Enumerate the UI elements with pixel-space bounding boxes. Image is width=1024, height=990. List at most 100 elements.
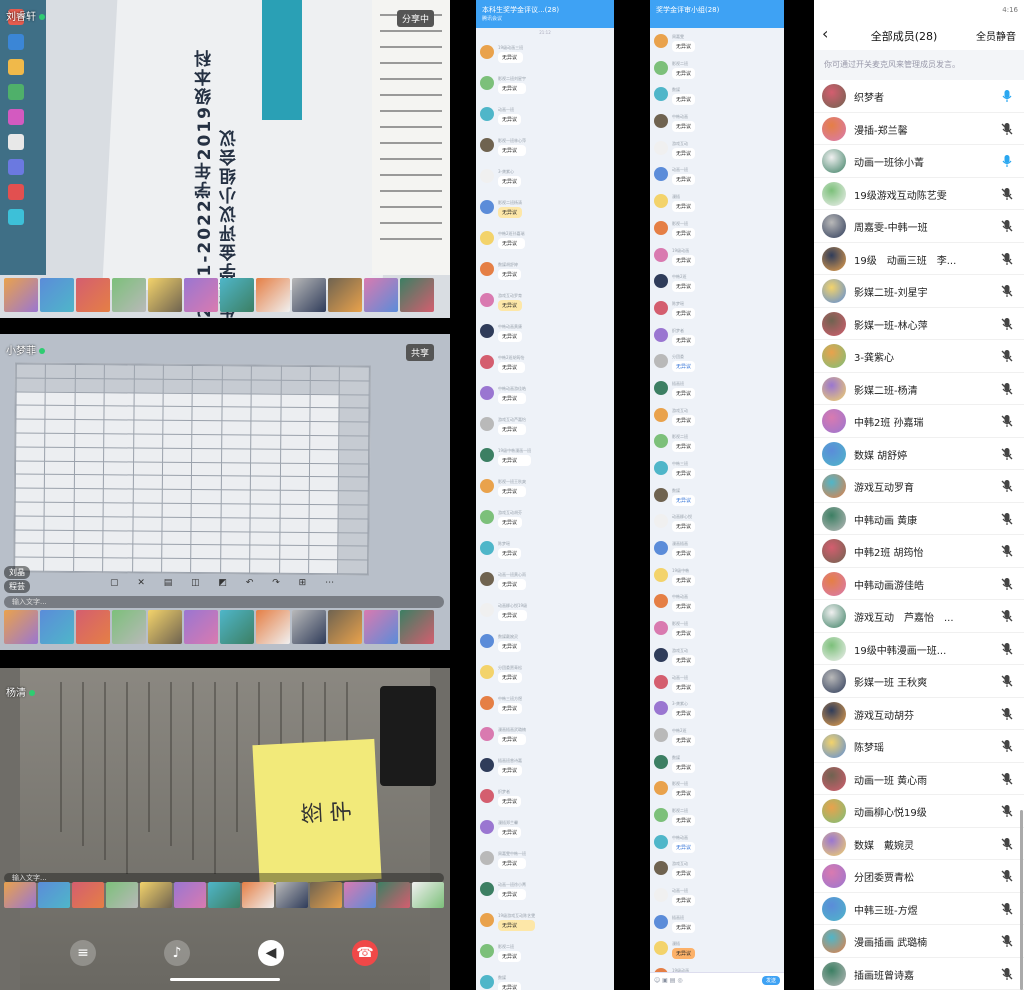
avatar[interactable] [654,861,668,876]
microphone-muted-icon[interactable] [1000,739,1014,753]
emoji-icon[interactable]: ☺ ▣ ▤ ◎ [654,977,683,984]
avatar[interactable] [654,754,668,769]
participant-thumbnail[interactable] [72,882,104,908]
message-bubble[interactable]: 无异议 [672,414,696,426]
microphone-muted-icon[interactable] [1000,674,1014,688]
member-row[interactable]: 漫插-郑兰馨 [814,113,1024,145]
message-bubble[interactable]: 无异议 [498,951,522,962]
avatar[interactable] [654,914,668,929]
avatar[interactable] [654,220,668,235]
member-row[interactable]: 影媒一班 王秋爽 [814,665,1024,698]
microphone-muted-icon[interactable] [1000,317,1014,331]
message-bubble[interactable]: 无异议 [672,494,696,506]
message-bubble[interactable]: 无异议 [672,761,696,773]
message-bubble[interactable]: 无异议 [498,269,522,280]
message-bubble[interactable]: 无异议 [672,227,696,239]
avatar[interactable] [654,514,668,529]
message-bubble[interactable]: 无异议 [672,948,696,960]
microphone-muted-icon[interactable] [1000,382,1014,396]
message-bubble[interactable]: 无异议 [498,114,522,125]
member-row[interactable]: 动画柳心悦19级 [814,795,1024,828]
message-bubble[interactable]: 无异议 [672,41,696,52]
member-row[interactable]: 影媒二班-刘星宇 [814,275,1024,308]
participant-thumbnail[interactable] [220,278,254,312]
avatar[interactable] [480,355,494,369]
member-row[interactable]: 中韩2班 孙嘉瑞 [814,405,1024,438]
avatar[interactable] [480,820,494,834]
avatar[interactable] [654,807,668,822]
avatar[interactable] [480,448,494,462]
avatar[interactable] [480,200,494,214]
participant-thumbnail[interactable] [256,610,290,644]
message-bubble[interactable]: 无异议 [672,628,696,640]
avatar[interactable] [654,407,668,422]
microphone-muted-icon[interactable] [1000,512,1014,526]
participant-thumbnail[interactable] [76,278,110,312]
message-bubble[interactable]: 无异议 [672,201,696,213]
avatar[interactable] [654,140,668,155]
avatar[interactable] [480,913,494,927]
participant-thumbnail[interactable] [106,882,138,908]
send-button[interactable]: 发送 [761,976,780,985]
avatar[interactable] [654,487,668,502]
avatar[interactable] [654,434,668,449]
avatar[interactable] [480,386,494,400]
participant-thumbnail[interactable] [328,610,362,644]
avatar[interactable] [654,621,668,636]
member-row[interactable]: 19级中韩漫画一班... [814,633,1024,665]
message-bubble[interactable]: 无异议 [498,920,536,931]
avatar[interactable] [480,851,494,865]
avatar[interactable] [654,781,668,796]
message-bubble[interactable]: 无异议 [498,52,524,63]
microphone-muted-icon[interactable] [1000,479,1014,493]
avatar[interactable] [480,696,494,710]
message-bubble[interactable]: 无异议 [672,868,696,880]
microphone-muted-icon[interactable] [1000,414,1014,428]
message-bubble[interactable]: 无异议 [498,610,528,621]
message-bubble[interactable]: 无异议 [498,889,526,900]
message-bubble[interactable]: 无异议 [672,734,696,746]
avatar[interactable] [480,417,494,431]
message-bubble[interactable]: 无异议 [498,455,532,466]
message-bubble[interactable]: 无异议 [498,579,526,590]
video-panel-3[interactable]: 签 字 杨清 输入文字... ≡ ♪ ◀ ☎ [0,668,450,990]
video-panel-2[interactable]: ▢ ✕ ▤ ◫ ◩ ↶ ↷ ⊞ ⋯ 小梦菲 共享 刘晶 程芸 输入文字... [0,334,450,650]
participant-strip[interactable] [0,278,438,312]
participant-thumbnail[interactable] [276,882,308,908]
avatar[interactable] [654,567,668,582]
participant-thumbnail[interactable] [378,882,410,908]
message-bubble[interactable]: 无异议 [672,121,696,133]
participant-thumbnail[interactable] [256,278,290,312]
avatar[interactable] [654,34,668,48]
member-row[interactable]: 中韩三班-方煜 [814,893,1024,925]
member-row[interactable]: 中韩动画游佳皓 [814,568,1024,600]
message-bubble[interactable]: 无异议 [498,207,522,218]
microphone-muted-icon[interactable] [1000,544,1014,558]
avatar[interactable] [654,300,668,315]
avatar[interactable] [654,60,668,75]
message-bubble[interactable]: 无异议 [498,672,522,683]
microphone-on-icon[interactable] [1000,89,1014,103]
message-bubble[interactable]: 无异议 [498,796,522,807]
message-bubble[interactable]: 无异议 [672,334,696,346]
participant-strip[interactable] [0,882,448,908]
message-list[interactable]: 周嘉雯 无异议 影视二班 无异议 数媒 无异议 中韩动画 无异议 游戏互动 无异议 动画一班 无异议漫… [650,28,784,990]
scrollbar[interactable] [1020,810,1023,990]
message-bubble[interactable]: 无异议 [498,703,522,714]
microphone-icon[interactable]: ♪ [164,940,190,966]
microphone-muted-icon[interactable] [1000,967,1014,981]
avatar[interactable] [480,510,494,524]
member-row[interactable]: 动画一班 黄心雨 [814,763,1024,795]
member-row[interactable]: 游戏互动胡芬 [814,698,1024,730]
message-bubble[interactable]: 无异议 [498,765,522,776]
participant-thumbnail[interactable] [344,882,376,908]
message-bubble[interactable]: 无异议 [672,361,696,373]
member-row[interactable]: 数媒 胡舒婷 [814,438,1024,470]
message-bubble[interactable]: 无异议 [672,387,696,399]
avatar[interactable] [654,888,668,902]
avatar[interactable] [480,293,494,307]
participant-thumbnail[interactable] [140,882,172,908]
participant-thumbnail[interactable] [364,278,398,312]
message-bubble[interactable]: 无异议 [672,681,696,693]
message-bubble[interactable]: 无异议 [498,145,526,156]
